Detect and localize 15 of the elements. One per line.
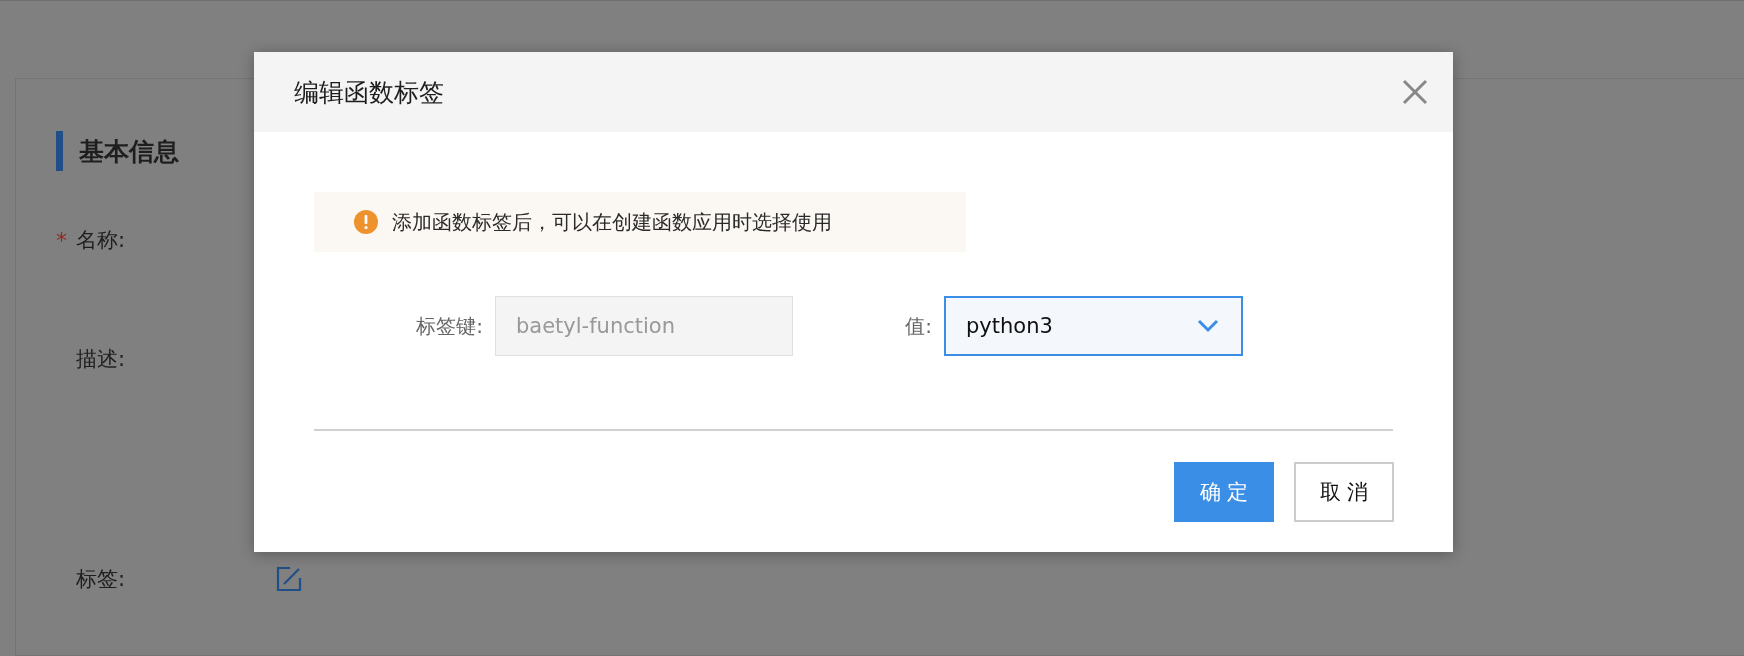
edit-icon[interactable] bbox=[276, 566, 302, 592]
tag-key-label: 标签键: bbox=[415, 312, 484, 340]
section-accent-bar bbox=[56, 131, 63, 171]
cancel-button[interactable]: 取 消 bbox=[1294, 462, 1394, 522]
required-asterisk: * bbox=[56, 227, 68, 253]
field-label: 描述: bbox=[76, 346, 127, 373]
dialog-title: 编辑函数标签 bbox=[294, 76, 444, 109]
warning-icon bbox=[354, 210, 378, 234]
tag-value-label: 值: bbox=[904, 312, 933, 340]
tag-value-select[interactable]: python3 bbox=[944, 296, 1243, 356]
section-title: 基本信息 bbox=[79, 135, 179, 168]
chevron-down-icon bbox=[1197, 319, 1219, 333]
field-label: 标签: bbox=[76, 566, 127, 593]
field-label: 名称: bbox=[76, 227, 127, 254]
notice-text: 添加函数标签后，可以在创建函数应用时选择使用 bbox=[392, 208, 832, 236]
